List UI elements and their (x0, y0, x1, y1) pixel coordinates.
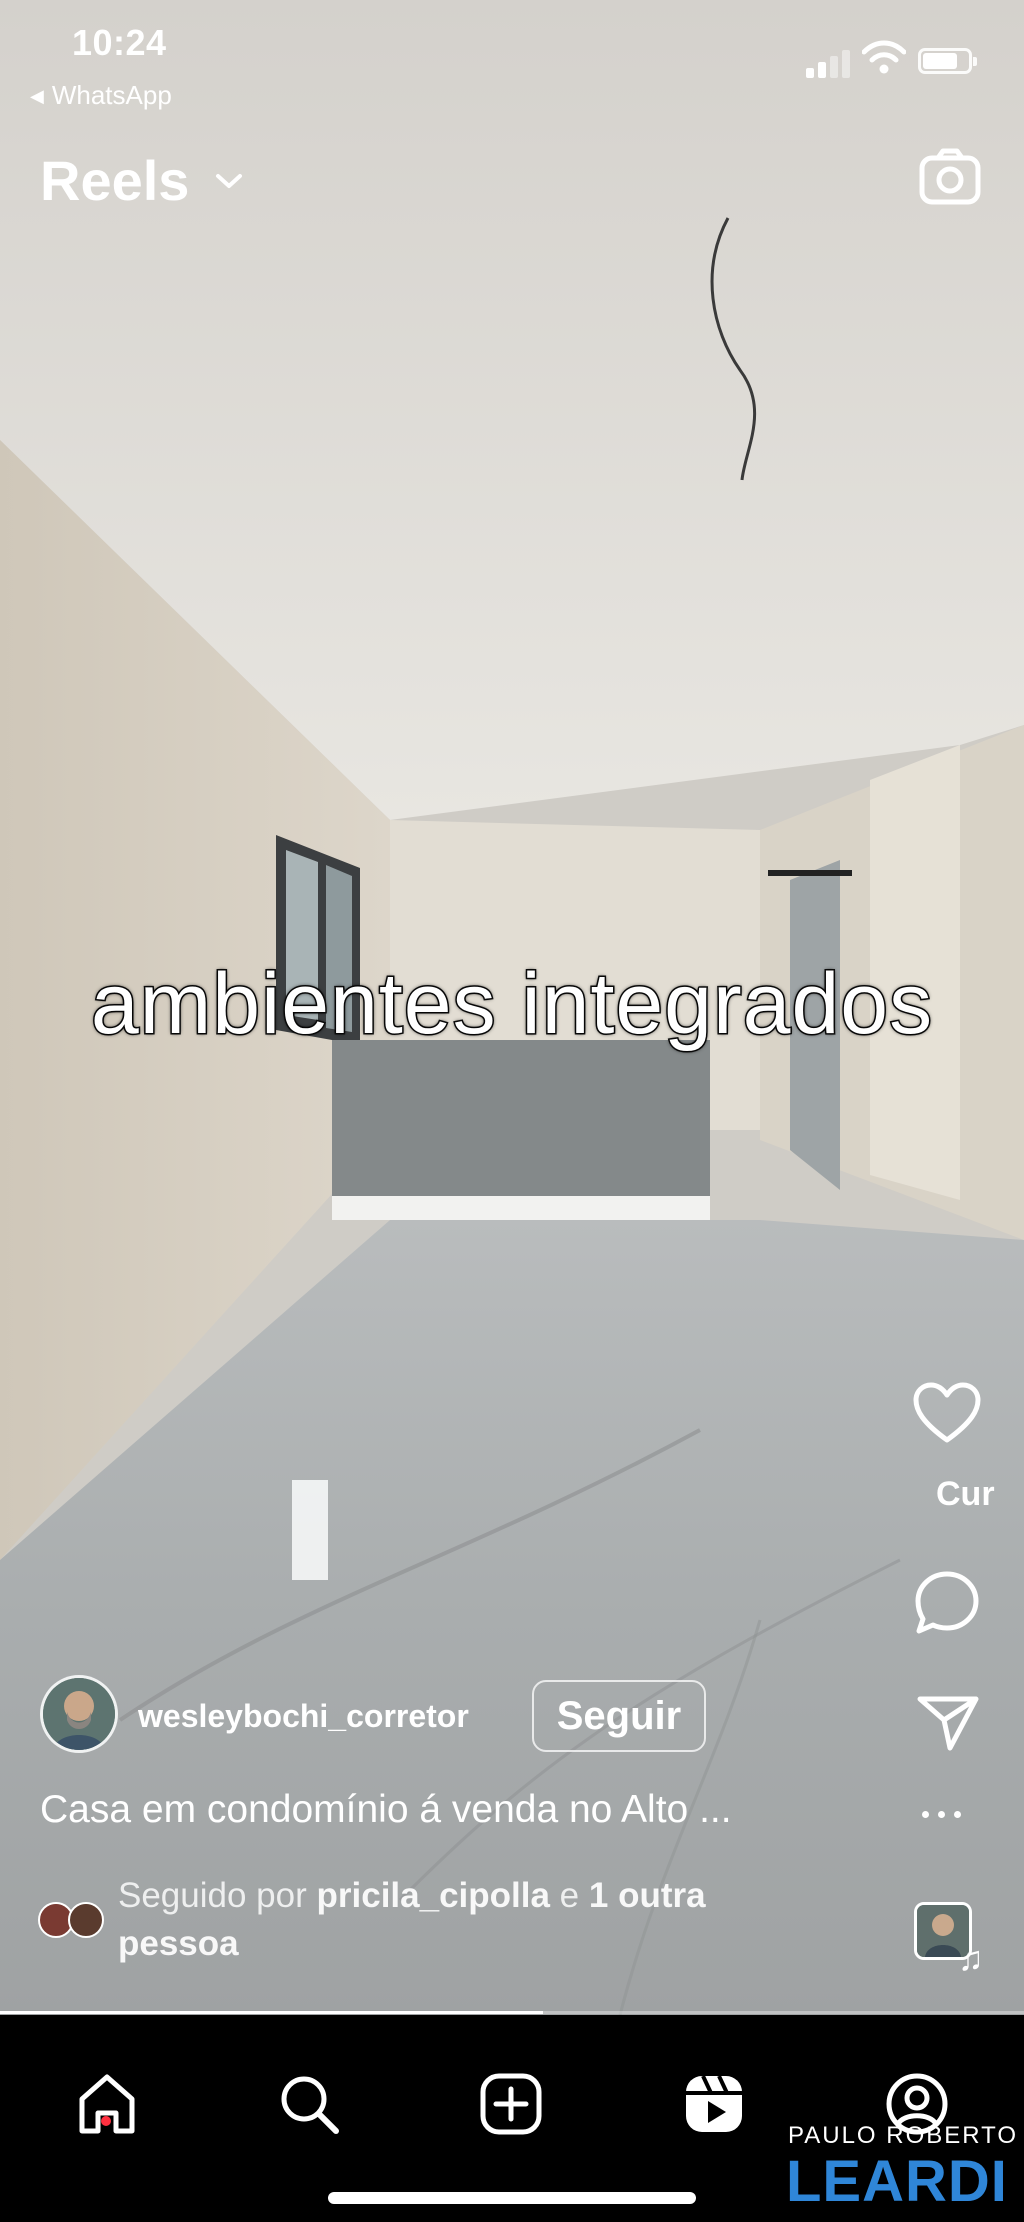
heart-icon[interactable] (912, 1382, 982, 1446)
reels-title[interactable]: Reels (40, 148, 189, 213)
followed-prefix: Seguido por (118, 1876, 307, 1915)
home-indicator[interactable] (328, 2192, 696, 2204)
author-avatar-image (43, 1678, 115, 1750)
followed-joiner: e (559, 1876, 580, 1915)
followed-by-text[interactable]: Seguido por pricila_cipolla e 1 outra pes… (118, 1872, 808, 1968)
comment-bubble-icon[interactable] (914, 1570, 980, 1636)
back-triangle-icon: ◀ (30, 86, 44, 106)
music-note-icon: ♫ (958, 1940, 984, 1978)
back-to-app-button[interactable]: ◀ WhatsApp (30, 80, 172, 111)
add-post-icon[interactable] (478, 2071, 544, 2137)
follow-button[interactable]: Seguir (532, 1680, 706, 1752)
chevron-down-icon[interactable] (214, 170, 244, 192)
video-overlay-text: ambientes integrados (89, 955, 934, 1054)
cellular-signal-icon (806, 46, 854, 78)
watermark-logo-text: LEARDI (786, 2149, 1008, 2214)
notification-dot (101, 2116, 111, 2126)
follower-avatar (68, 1902, 104, 1938)
paper-plane-icon[interactable] (916, 1694, 980, 1752)
followed-others[interactable]: 1 outra (589, 1876, 706, 1915)
more-dots-icon[interactable] (922, 1805, 974, 1835)
battery-fill (923, 53, 958, 69)
reels-screen: 10:24 ◀ WhatsApp Reels ambientes integrad… (0, 0, 1024, 2222)
video-progress-fill (0, 2011, 543, 2014)
followed-username[interactable]: pricila_cipolla (317, 1876, 550, 1915)
wifi-icon (862, 40, 906, 74)
video-progress-bar[interactable] (0, 2011, 1024, 2014)
camera-icon[interactable] (918, 146, 982, 210)
home-icon[interactable] (74, 2071, 140, 2137)
search-icon[interactable] (276, 2071, 342, 2137)
status-time: 10:24 (72, 22, 167, 63)
author-avatar[interactable] (40, 1675, 118, 1753)
back-app-label: WhatsApp (51, 80, 172, 110)
watermark-top-text: PAULO ROBERTO (788, 2122, 1019, 2149)
author-username[interactable]: wesleybochi_corretor (138, 1698, 469, 1735)
post-caption[interactable]: Casa em condomínio á venda no Alto ... (40, 1788, 732, 1832)
battery-icon (918, 48, 977, 74)
reels-icon[interactable] (681, 2071, 747, 2137)
followed-suffix[interactable]: pessoa (118, 1924, 239, 1963)
like-count[interactable]: Cur (936, 1475, 1024, 1514)
